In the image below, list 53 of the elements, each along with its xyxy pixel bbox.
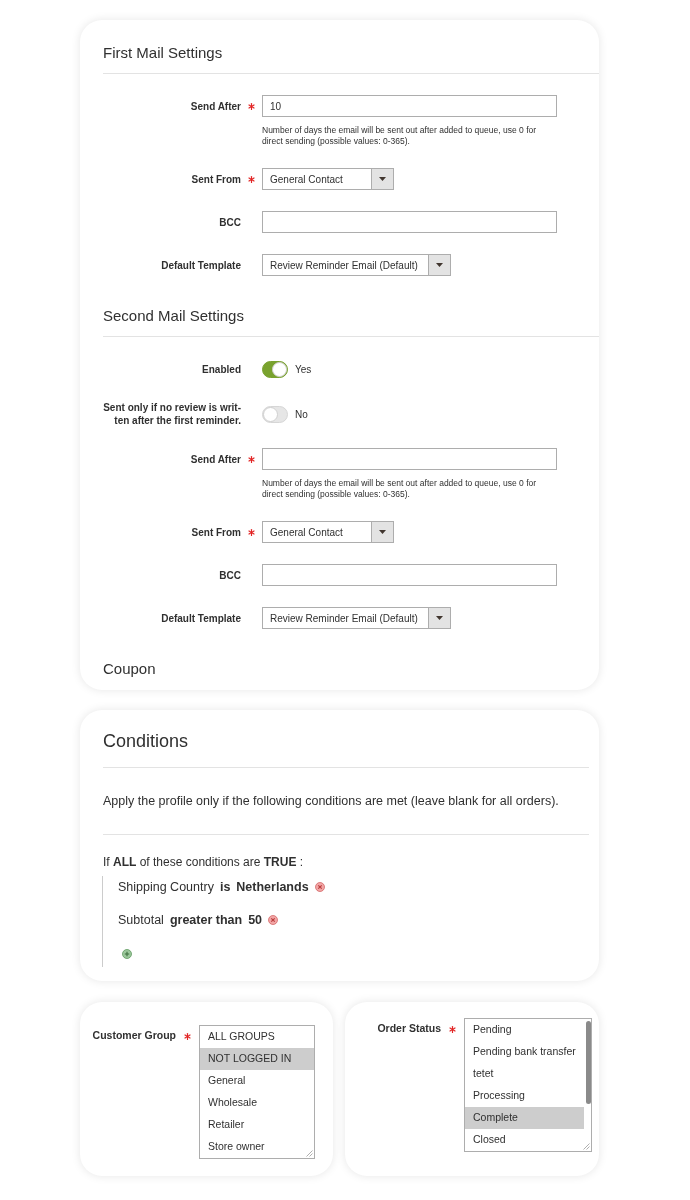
list-option[interactable]: NOT LOGGED IN <box>200 1048 314 1070</box>
toggle-switch[interactable] <box>262 360 288 378</box>
caret-icon <box>379 177 386 181</box>
field-label: Default Template <box>161 611 241 625</box>
condition-attribute: Subtotal <box>118 912 164 928</box>
section-heading: Coupon <box>103 660 156 678</box>
field-label: Enabled <box>202 362 241 376</box>
value-link[interactable]: TRUE <box>263 855 297 869</box>
select-dropdown[interactable]: General Contact <box>262 168 394 190</box>
caret-icon <box>435 263 443 267</box>
field-label: BCC <box>219 568 241 582</box>
field-label: Sent From <box>191 525 241 539</box>
plus-circle-icon[interactable] <box>122 949 132 959</box>
section-heading: First Mail Settings <box>103 44 223 62</box>
field-label: Default Template <box>161 258 241 272</box>
list-option[interactable]: Complete <box>465 1107 584 1129</box>
list-box[interactable]: ALL GROUPS NOT LOGGED IN General Wholesale Retailer Store owner <box>199 1025 315 1159</box>
select-dropdown[interactable]: Review Reminder Email (Default) <box>262 607 451 629</box>
section-heading: Second Mail Settings <box>103 307 244 325</box>
field-label: Sent only if no review is writ-ten after the first reminder. <box>102 401 241 427</box>
text-field[interactable] <box>262 448 557 470</box>
scrollbar-thumb[interactable] <box>585 1021 591 1104</box>
condition-attribute: Shipping Country <box>118 879 214 895</box>
toggle-state-label: Yes <box>295 362 312 377</box>
select-dropdown[interactable]: General Contact <box>262 521 394 543</box>
field-label: Customer Group <box>92 1028 176 1044</box>
caret-icon <box>435 616 443 620</box>
x-circle-icon[interactable] <box>268 915 279 925</box>
aggregator-link[interactable]: ALL <box>113 855 137 869</box>
field-label: Send After <box>190 452 241 466</box>
description-text: Apply the profile only if the following conditions are met (leave blank for all orders). <box>103 793 559 809</box>
x-circle-icon[interactable] <box>314 882 325 892</box>
field-label: Send After <box>190 99 241 113</box>
section-heading: Conditions <box>103 730 189 752</box>
field-label: Order Status <box>377 1021 441 1037</box>
condition-rule-text: If ALL of these conditions are TRUE : <box>103 854 304 870</box>
condition-value-link[interactable]: Netherlands <box>236 879 309 895</box>
field-note: Number of days the email will be sent out after added to queue, use 0 for direct sending (possible values: 0-365). <box>262 125 538 147</box>
field-label: Sent From <box>191 172 241 186</box>
field-label: BCC <box>219 215 241 229</box>
condition-operator-link[interactable]: is <box>219 879 231 895</box>
field-note: Number of days the email will be sent out after added to queue, use 0 for direct sending (possible values: 0-365). <box>262 478 538 500</box>
caret-icon <box>379 530 386 534</box>
resize-grip-icon[interactable] <box>306 1150 313 1157</box>
list-box[interactable]: Pending Pending bank transfer tetet Processing Complete Closed <box>464 1018 592 1152</box>
text-field[interactable]: 10 <box>262 95 557 117</box>
select-dropdown[interactable]: Review Reminder Email (Default) <box>262 254 451 276</box>
resize-grip-icon[interactable] <box>583 1143 590 1150</box>
condition-operator-link[interactable]: greater than <box>169 912 243 928</box>
text-field[interactable] <box>262 564 557 586</box>
toggle-state-label: No <box>295 407 308 422</box>
text-field[interactable] <box>262 211 557 233</box>
condition-value-link[interactable]: 50 <box>248 912 263 928</box>
